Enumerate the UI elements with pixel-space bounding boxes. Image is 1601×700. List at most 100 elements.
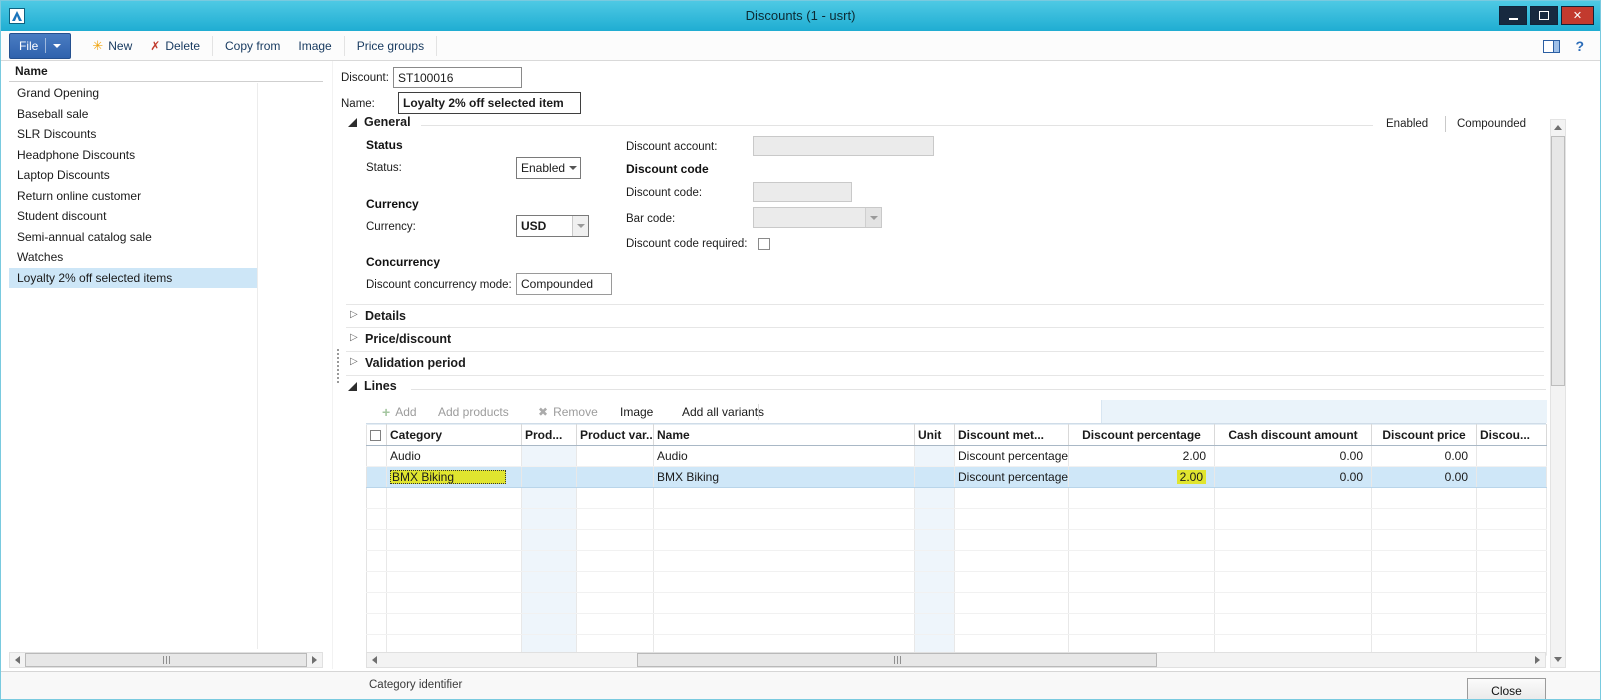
sidebar-item-return-online-customer[interactable]: Return online customer xyxy=(9,186,257,207)
sidebar-item-grand-opening[interactable]: Grand Opening xyxy=(9,83,257,104)
col-product[interactable]: Prod... xyxy=(522,425,577,446)
close-form-button[interactable]: Close xyxy=(1467,678,1546,700)
table-row-audio[interactable]: Audio Audio Discount percentage 2.00 0.0… xyxy=(367,446,1547,467)
form-vertical-scrollbar[interactable] xyxy=(1550,119,1566,668)
highlighted-percentage-value[interactable]: 2.00 xyxy=(1177,470,1206,484)
table-row-empty[interactable] xyxy=(367,488,1547,509)
cell-discount-percentage[interactable]: 2.00 xyxy=(1069,446,1215,467)
sidebar-horizontal-scrollbar[interactable] xyxy=(9,652,323,668)
row-select-cell[interactable] xyxy=(367,446,387,467)
sidebar-item-slr-discounts[interactable]: SLR Discounts xyxy=(9,124,257,145)
cell-discount-cut[interactable] xyxy=(1477,467,1547,488)
chevron-down-icon[interactable] xyxy=(865,208,881,227)
table-row-bmx-biking[interactable]: BMX Biking BMX Biking Discount percentag… xyxy=(367,467,1547,488)
table-row-empty[interactable] xyxy=(367,572,1547,593)
cell-discount-percentage[interactable]: 2.00 xyxy=(1069,467,1215,488)
table-row-empty[interactable] xyxy=(367,551,1547,572)
sidebar-item-laptop-discounts[interactable]: Laptop Discounts xyxy=(9,165,257,186)
add-products-button[interactable]: Add products xyxy=(438,400,509,423)
minimize-button[interactable] xyxy=(1499,6,1527,25)
section-lines-title[interactable]: Lines xyxy=(364,379,397,393)
layout-pane-icon[interactable] xyxy=(1543,40,1560,53)
copy-from-button[interactable]: Copy from xyxy=(216,34,289,58)
col-unit[interactable]: Unit xyxy=(915,425,955,446)
cell-cash-discount-amount[interactable]: 0.00 xyxy=(1215,446,1372,467)
cell-name[interactable]: BMX Biking xyxy=(654,467,915,488)
sidebar-item-student-discount[interactable]: Student discount xyxy=(9,206,257,227)
cell-discount-cut[interactable] xyxy=(1477,446,1547,467)
scrollbar-thumb[interactable] xyxy=(25,653,307,667)
discount-code-required-checkbox[interactable] xyxy=(758,238,770,250)
scrollbar-thumb[interactable] xyxy=(637,653,1157,667)
select-all-cell[interactable] xyxy=(367,425,387,446)
chevron-down-icon[interactable] xyxy=(565,158,580,178)
panel-splitter[interactable] xyxy=(332,61,333,669)
status-dropdown[interactable]: Enabled xyxy=(516,157,581,179)
scroll-right-icon[interactable] xyxy=(307,653,322,667)
col-category[interactable]: Category xyxy=(387,425,522,446)
cell-product-variant[interactable] xyxy=(577,467,654,488)
validation-period-expander-icon[interactable]: ▷ xyxy=(350,357,358,367)
name-field[interactable]: Loyalty 2% off selected item xyxy=(398,92,581,114)
sidebar-item-watches[interactable]: Watches xyxy=(9,247,257,268)
add-all-variants-button[interactable]: Add all variants xyxy=(682,400,764,423)
section-validation-period[interactable]: ▷ Validation period xyxy=(346,352,1544,376)
cell-name[interactable]: Audio xyxy=(654,446,915,467)
table-row-empty[interactable] xyxy=(367,509,1547,530)
close-button[interactable]: ✕ xyxy=(1561,6,1594,25)
splitter-grip[interactable] xyxy=(337,349,339,383)
file-menu-button[interactable]: File xyxy=(9,33,71,59)
chevron-down-icon[interactable] xyxy=(572,216,588,236)
price-groups-button[interactable]: Price groups xyxy=(348,34,433,58)
bar-code-dropdown[interactable] xyxy=(753,207,882,228)
maximize-button[interactable] xyxy=(1530,6,1558,25)
help-icon[interactable]: ? xyxy=(1575,38,1584,54)
concurrency-mode-field[interactable]: Compounded xyxy=(516,273,612,295)
col-cash-discount-amount[interactable]: Cash discount amount xyxy=(1215,425,1372,446)
scroll-left-icon[interactable] xyxy=(367,653,382,667)
sidebar-item-headphone-discounts[interactable]: Headphone Discounts xyxy=(9,145,257,166)
table-row-empty[interactable] xyxy=(367,614,1547,635)
grid-horizontal-scrollbar[interactable] xyxy=(366,652,1546,668)
section-price-discount[interactable]: ▷ Price/discount xyxy=(346,328,1544,352)
scroll-left-icon[interactable] xyxy=(10,653,25,667)
cell-unit[interactable] xyxy=(915,446,955,467)
col-name[interactable]: Name xyxy=(654,425,915,446)
add-line-button[interactable]: + Add xyxy=(382,400,417,423)
scrollbar-thumb[interactable] xyxy=(1551,136,1565,386)
scroll-right-icon[interactable] xyxy=(1530,653,1545,667)
price-discount-expander-icon[interactable]: ▷ xyxy=(350,333,358,343)
col-discount-price[interactable]: Discount price xyxy=(1372,425,1477,446)
general-expander-icon[interactable] xyxy=(348,118,357,127)
image-button[interactable]: Image xyxy=(289,34,340,58)
currency-dropdown[interactable]: USD xyxy=(516,215,589,237)
cell-product[interactable] xyxy=(522,467,577,488)
cell-cash-discount-amount[interactable]: 0.00 xyxy=(1215,467,1372,488)
cell-discount-price[interactable]: 0.00 xyxy=(1372,446,1477,467)
cell-product[interactable] xyxy=(522,446,577,467)
col-discount-percentage[interactable]: Discount percentage xyxy=(1069,425,1215,446)
cell-discount-price[interactable]: 0.00 xyxy=(1372,467,1477,488)
discount-code-field[interactable] xyxy=(753,182,852,202)
lines-expander-icon[interactable] xyxy=(348,382,357,391)
table-row-empty[interactable] xyxy=(367,530,1547,551)
section-details[interactable]: ▷ Details xyxy=(346,304,1544,328)
sidebar-item-loyalty-2-off-selected-items[interactable]: Loyalty 2% off selected items xyxy=(9,268,257,289)
cell-discount-method[interactable]: Discount percentage xyxy=(955,446,1069,467)
section-general-title[interactable]: General xyxy=(364,115,411,129)
new-button[interactable]: ✳ New xyxy=(83,34,141,58)
select-all-checkbox[interactable] xyxy=(370,430,381,441)
cell-product-variant[interactable] xyxy=(577,446,654,467)
col-discount-cut[interactable]: Discou... xyxy=(1477,425,1547,446)
sidebar-item-semi-annual-catalog-sale[interactable]: Semi-annual catalog sale xyxy=(9,227,257,248)
scroll-up-icon[interactable] xyxy=(1551,120,1565,135)
cell-unit[interactable] xyxy=(915,467,955,488)
table-row-empty[interactable] xyxy=(367,593,1547,614)
remove-line-button[interactable]: ✖ Remove xyxy=(538,400,598,423)
scroll-down-icon[interactable] xyxy=(1551,652,1565,667)
row-select-cell[interactable] xyxy=(367,467,387,488)
discount-field[interactable]: ST100016 xyxy=(393,67,522,88)
delete-button[interactable]: ✗ Delete xyxy=(141,34,209,58)
sidebar-item-baseball-sale[interactable]: Baseball sale xyxy=(9,104,257,125)
cell-category[interactable]: Audio xyxy=(387,446,522,467)
